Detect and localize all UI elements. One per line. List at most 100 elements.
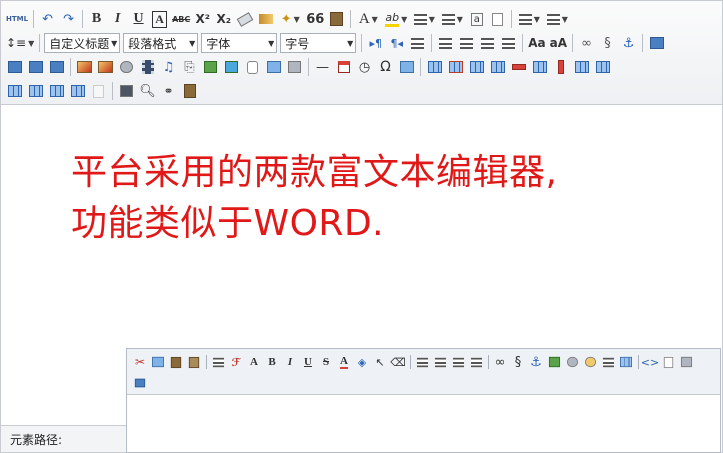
font-size-select[interactable]: 字号 ▼ [280,33,357,53]
merge-down-button[interactable] [5,81,24,101]
align-center-button[interactable] [457,33,476,53]
flash-button-secondary[interactable] [565,354,579,370]
font-border-button[interactable]: A [150,9,169,29]
highlight-color-button[interactable]: ab ▼ [383,9,409,29]
fullscreen-button-secondary[interactable] [133,375,147,391]
paste-text-button[interactable] [187,354,201,370]
format-eraser-button[interactable] [235,9,254,29]
insert-music-button[interactable]: ♫ [159,57,178,77]
secondary-editor-content-area[interactable] [127,395,720,451]
align-left-button[interactable] [436,33,455,53]
unlink-button[interactable]: § [598,33,617,53]
redo-button[interactable]: ↷ [59,9,78,29]
list-button-secondary[interactable] [433,354,447,370]
select-all-button[interactable]: a [467,9,486,29]
bold-button[interactable]: B [87,9,106,29]
image-right-button[interactable] [26,57,45,77]
insert-table-button[interactable] [425,57,444,77]
merge-right-button[interactable] [593,57,612,77]
preview-button[interactable]: 🔍︎ [138,81,157,101]
search-replace-button[interactable]: ⚭ [159,81,178,101]
line-height-button[interactable]: ↕≡ ▼ [5,33,35,53]
split-to-rows-button[interactable] [47,81,66,101]
format-painter-button[interactable] [256,9,275,29]
insert-frame-button[interactable] [243,57,262,77]
outdent-button-secondary[interactable] [451,354,465,370]
unordered-list-button[interactable]: ▼ [439,9,465,29]
print-button-secondary[interactable] [679,354,693,370]
paste-plain-button[interactable] [327,9,346,29]
underline-button-secondary[interactable]: U [301,354,315,370]
hr-button-secondary[interactable] [601,354,615,370]
font-name-button[interactable]: ℱ [229,354,243,370]
font-family-select[interactable]: 字体 ▼ [201,33,278,53]
background-color-button[interactable]: ◈ [355,354,369,370]
insert-paragraph-before-table-button[interactable] [467,57,486,77]
google-map-button[interactable] [222,57,241,77]
time-button[interactable]: ◷ [355,57,374,77]
image-left-button[interactable] [5,57,24,77]
attachment-button[interactable]: ⎘ [180,57,199,77]
source-button-secondary[interactable]: <> [641,354,659,370]
template-button[interactable] [285,57,304,77]
snapscreen-button[interactable] [397,57,416,77]
image-center-button[interactable] [47,57,66,77]
blockquote-button[interactable]: 66 [305,9,325,29]
media-button-secondary[interactable] [583,354,597,370]
uppercase-button[interactable]: Aa [527,33,546,53]
ordered-list-button[interactable]: ▼ [411,9,437,29]
anchor-button-secondary[interactable]: ⚓ [529,354,543,370]
multi-image-button[interactable] [96,57,115,77]
paste-button[interactable] [169,354,183,370]
horizontal-rule-button[interactable]: — [313,57,332,77]
emotion-button[interactable] [117,57,136,77]
italic-button-secondary[interactable]: I [283,354,297,370]
lowercase-button[interactable]: aA [549,33,568,53]
split-to-cols-button[interactable] [68,81,87,101]
align-justify-button[interactable] [499,33,518,53]
undo-button[interactable]: ↶ [38,9,57,29]
anchor-button[interactable]: ⚓ [619,33,638,53]
italic-button[interactable]: I [108,9,127,29]
indent-button-secondary[interactable] [469,354,483,370]
insert-video-button[interactable] [138,57,157,77]
special-chars-button[interactable]: Ω [376,57,395,77]
underline-button[interactable]: U [129,9,148,29]
image-float-none-button[interactable] [647,33,666,53]
date-button[interactable] [334,57,353,77]
insert-row-button[interactable] [488,57,507,77]
superscript-button[interactable]: X² [193,9,212,29]
clear-document-button[interactable] [488,9,507,29]
split-to-cells-button[interactable] [26,81,45,101]
table-button-secondary[interactable] [619,354,633,370]
align-button-secondary[interactable] [415,354,429,370]
delete-column-button[interactable] [551,57,570,77]
chart-button[interactable] [89,81,108,101]
insert-image-button[interactable] [75,57,94,77]
font-color-button[interactable]: A ▼ [355,9,381,29]
print-button[interactable] [117,81,136,101]
font-family-button[interactable]: A [247,354,261,370]
ltr-direction-button[interactable]: ▸¶ [366,33,385,53]
rtl-direction-button[interactable]: ¶◂ [387,33,406,53]
image-button-secondary[interactable] [547,354,561,370]
line-spacing-top-button[interactable]: ▼ [516,9,542,29]
html-source-button[interactable]: HTML [5,9,29,29]
format-block-button[interactable] [211,354,225,370]
preview-button-secondary[interactable] [661,354,675,370]
map-button[interactable] [201,57,220,77]
line-spacing-bottom-button[interactable]: ▼ [544,9,570,29]
font-color-button-secondary[interactable]: A [337,354,351,370]
paragraph-format-select[interactable]: 段落格式 ▼ [123,33,199,53]
link-button[interactable]: ∞ [577,33,596,53]
delete-table-button[interactable] [446,57,465,77]
cut-button[interactable]: ✂ [133,354,147,370]
code-snippet-button[interactable] [264,57,283,77]
auto-typeset-button[interactable]: ✦ ▼ [277,9,303,29]
link-button-secondary[interactable]: ∞ [493,354,507,370]
strikethrough-button-secondary[interactable]: S [319,354,333,370]
unlink-button-secondary[interactable]: § [511,354,525,370]
custom-heading-select[interactable]: 自定义标题 ▼ [44,33,121,53]
drafts-button[interactable] [180,81,199,101]
select-button[interactable]: ↖ [373,354,387,370]
